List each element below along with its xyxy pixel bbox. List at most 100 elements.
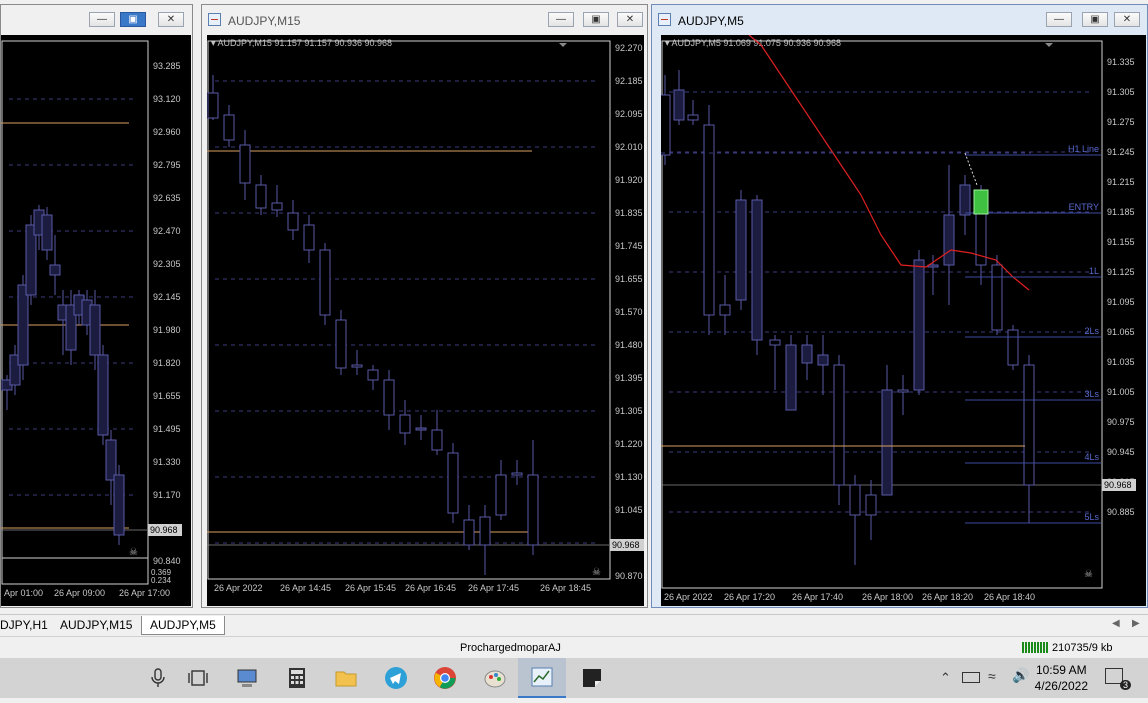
price-tick-label: 91.170 — [153, 490, 181, 500]
time-tick-label: 26 Apr 17:45 — [468, 583, 519, 593]
price-tick-label: 92.470 — [153, 226, 181, 236]
candle-body — [943, 214, 955, 266]
window-titlebar[interactable]: AUDJPY,M5 — ▣ ✕ — [652, 5, 1147, 33]
window-titlebar[interactable]: AUDJPY,M15 — ▣ ✕ — [202, 5, 647, 33]
volume-icon[interactable]: 🔊 — [1012, 667, 1029, 684]
chart-window-m5[interactable]: AUDJPY,M5 — ▣ ✕ ▾ AUDJPY,M5 91.069 91.07… — [651, 4, 1148, 608]
price-tick-label: 92.960 — [153, 127, 181, 137]
window-titlebar[interactable]: — ▣ ✕ — [1, 5, 192, 33]
computer-icon[interactable] — [235, 666, 259, 690]
folder-icon[interactable] — [334, 666, 358, 690]
price-tick-label: 91.095 — [1107, 297, 1135, 307]
chart-tabs-bar: DJPY,H1 AUDJPY,M15 AUDJPY,M5 ◀ ▶ — [0, 614, 1148, 635]
task-view-icon[interactable] — [186, 666, 210, 690]
candle-body — [687, 114, 699, 121]
candle-body — [959, 184, 971, 216]
show-hidden-icons-icon[interactable]: ⌃ — [940, 670, 951, 686]
close-button[interactable]: ✕ — [617, 12, 643, 27]
price-tick-label: 90.945 — [1107, 447, 1135, 457]
strategy-line-label: 2Ls — [1084, 326, 1099, 336]
chart-window-h1[interactable]: — ▣ ✕ 93.285 93.120 92.960 92.795 92.635 92.4… — [0, 4, 193, 608]
chart-window-m15[interactable]: AUDJPY,M15 — ▣ ✕ ▾ AUDJPY,M15 91.157 91.… — [201, 4, 648, 608]
metatrader-icon[interactable] — [518, 658, 566, 698]
price-tick-label: 91.820 — [153, 358, 181, 368]
system-clock[interactable]: 10:59 AM 4/26/2022 — [1035, 662, 1088, 694]
price-tick-label: 90.840 — [153, 556, 181, 566]
candle-body — [865, 494, 877, 516]
traffic-status: 210735/9 kb — [1052, 642, 1113, 654]
candle-body — [431, 429, 443, 451]
price-tick-label: 91.495 — [153, 424, 181, 434]
price-tick-label: 91.155 — [1107, 237, 1135, 247]
minimize-button[interactable]: — — [548, 12, 574, 27]
price-tick-label: 92.270 — [615, 43, 643, 53]
price-tick-label: 92.095 — [615, 109, 643, 119]
candle-body — [801, 344, 813, 364]
candle-body — [511, 472, 523, 476]
microphone-icon[interactable] — [146, 666, 170, 690]
notifications-icon[interactable]: 3 — [1105, 668, 1131, 690]
candle-body — [479, 516, 491, 546]
tab-audjpy-m15[interactable]: AUDJPY,M15 — [52, 616, 140, 634]
time-tick-label: 26 Apr 2022 — [214, 583, 263, 593]
skull-icon: ☠ — [1084, 569, 1093, 580]
price-tick-label: 91.330 — [153, 457, 181, 467]
minimize-button[interactable]: — — [89, 12, 115, 27]
minimize-button[interactable]: — — [1046, 12, 1072, 27]
candle-body — [97, 354, 109, 436]
restore-button[interactable]: ▣ — [120, 12, 146, 27]
candle-body — [849, 484, 861, 516]
close-button[interactable]: ✕ — [1114, 12, 1140, 27]
sticky-notes-icon[interactable] — [580, 666, 604, 690]
candle-body — [661, 94, 671, 156]
candle-body — [335, 319, 347, 369]
candle-body — [785, 344, 797, 411]
price-chart[interactable]: ▾ AUDJPY,M15 91.157 91.157 90.936 90.968… — [207, 35, 644, 606]
battery-icon[interactable] — [962, 672, 980, 683]
close-button[interactable]: ✕ — [158, 12, 184, 27]
candle-body — [271, 202, 283, 211]
candle-body — [991, 264, 1003, 331]
chrome-icon[interactable] — [433, 666, 457, 690]
candle-body — [113, 474, 125, 536]
telegram-icon[interactable] — [384, 666, 408, 690]
price-tick-label: 91.335 — [1107, 57, 1135, 67]
paint-icon[interactable] — [483, 666, 507, 690]
price-chart[interactable]: ▾ AUDJPY,M5 91.069 91.075 90.936 90.968 … — [661, 35, 1146, 606]
wifi-icon[interactable]: ≈ — [988, 668, 996, 684]
restore-button[interactable]: ▣ — [583, 12, 609, 27]
strategy-line-label: ENTRY — [1069, 202, 1099, 212]
scroll-right-icon[interactable]: ▶ — [1132, 618, 1140, 629]
price-tick-label: 91.920 — [615, 175, 643, 185]
candle-body — [367, 369, 379, 381]
price-tick-label: 91.065 — [1107, 327, 1135, 337]
tab-audjpy-m5[interactable]: AUDJPY,M5 — [141, 616, 225, 635]
candle-body — [769, 339, 781, 346]
time-tick-label: 26 Apr 18:20 — [922, 592, 973, 602]
price-tick-label: 91.275 — [1107, 117, 1135, 127]
time-tick-label: 26 Apr 18:40 — [984, 592, 1035, 602]
candle-body — [833, 364, 845, 486]
entry-marker-icon — [973, 189, 989, 215]
calculator-icon[interactable] — [285, 666, 309, 690]
candle-body — [719, 304, 731, 316]
chart-canvas: 91.335 91.305 91.275 91.245 91.215 91.185 91.1… — [661, 35, 1136, 602]
scroll-left-icon[interactable]: ◀ — [1112, 618, 1120, 629]
time-tick-label: 26 Apr 15:45 — [345, 583, 396, 593]
price-tick-label: 91.215 — [1107, 177, 1135, 187]
candle-body — [239, 144, 251, 184]
scroll-marker-icon — [559, 43, 567, 47]
price-tick-label: 93.285 — [153, 61, 181, 71]
restore-button[interactable]: ▣ — [1082, 12, 1108, 27]
candle-body — [351, 364, 363, 368]
tab-audjpy-h1[interactable]: DJPY,H1 — [0, 616, 56, 634]
price-tick-label: 93.120 — [153, 94, 181, 104]
candle-body — [735, 199, 747, 301]
time-tick-label: 26 Apr 18:45 — [540, 583, 591, 593]
time-tick-label: 26 Apr 16:45 — [405, 583, 456, 593]
price-chart[interactable]: 93.285 93.120 92.960 92.795 92.635 92.470 92.3… — [1, 35, 191, 606]
time-tick-label: 26 Apr 09:00 — [54, 588, 105, 598]
price-tick-label: 91.035 — [1107, 357, 1135, 367]
moving-average-line — [748, 35, 1030, 291]
candle-body — [447, 452, 459, 514]
